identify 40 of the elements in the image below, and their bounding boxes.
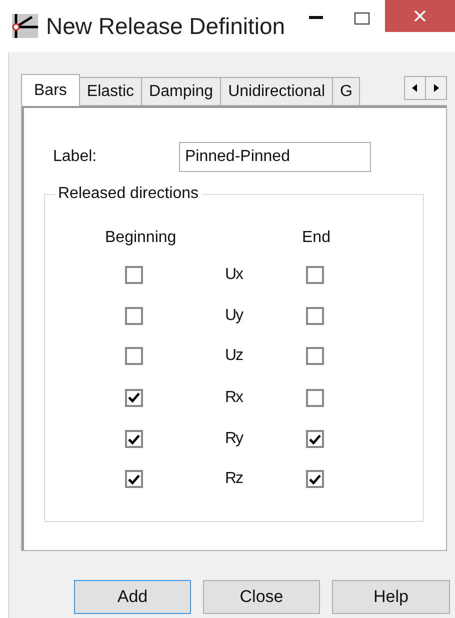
checkbox[interactable] [306, 307, 324, 325]
direction-label: Uy [225, 307, 243, 325]
direction-label: Rx [225, 388, 243, 406]
checkbox[interactable] [125, 307, 143, 325]
checkbox[interactable] [306, 430, 324, 448]
dialog-button[interactable]: Help [332, 580, 450, 614]
app-icon [12, 14, 38, 38]
scroll-right-button[interactable] [425, 76, 447, 100]
checkbox[interactable] [125, 266, 143, 284]
tab[interactable]: Unidirectional [220, 77, 333, 106]
right-caret-icon [433, 84, 439, 92]
field-label: Label: [53, 148, 98, 166]
label-field[interactable]: Pinned-Pinned [179, 142, 371, 172]
close-icon [413, 9, 427, 23]
minimize-icon[interactable] [309, 16, 323, 20]
checkbox[interactable] [125, 430, 143, 448]
direction-label: Uz [225, 347, 243, 365]
direction-label: Rz [225, 470, 243, 488]
left-caret-icon [412, 84, 418, 92]
column-header: End [302, 229, 330, 247]
tab[interactable]: G [332, 77, 360, 106]
close-button[interactable] [385, 0, 455, 32]
tab[interactable]: Elastic [78, 77, 142, 106]
window-title: New Release Definition [46, 12, 286, 40]
dialog-button[interactable]: Add [74, 580, 191, 614]
maximize-icon[interactable] [354, 12, 370, 24]
column-header: Beginning [105, 229, 176, 247]
scroll-left-button[interactable] [404, 76, 426, 100]
checkbox[interactable] [125, 388, 143, 406]
checkbox[interactable] [306, 266, 324, 284]
checkbox[interactable] [125, 347, 143, 365]
checkbox[interactable] [306, 470, 324, 488]
tab[interactable]: Bars [21, 74, 80, 106]
tab[interactable]: Damping [141, 77, 222, 106]
dialog-button[interactable]: Close [203, 580, 320, 614]
checkbox[interactable] [306, 347, 324, 365]
direction-label: Ry [225, 430, 243, 448]
direction-label: Ux [225, 266, 243, 284]
checkbox[interactable] [306, 388, 324, 406]
checkbox[interactable] [125, 470, 143, 488]
